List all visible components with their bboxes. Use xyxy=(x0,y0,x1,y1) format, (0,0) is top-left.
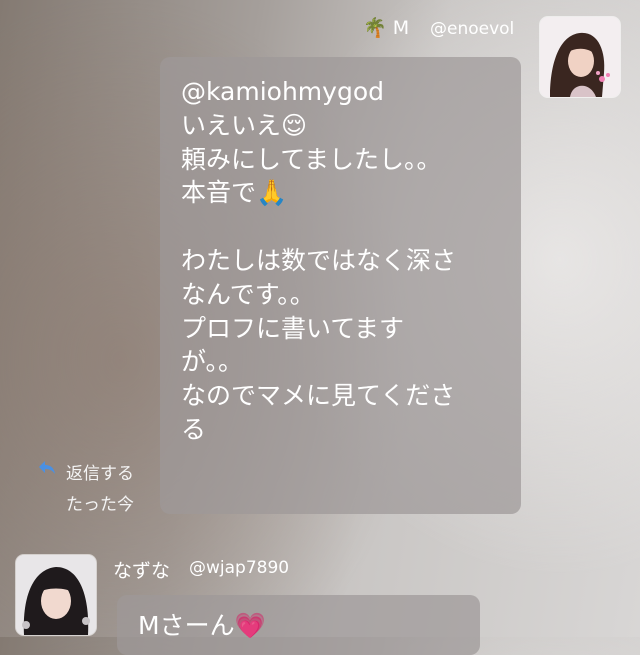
reply-icon[interactable] xyxy=(37,459,57,477)
author-name: なずな xyxy=(113,560,171,582)
author-handle[interactable]: @enoevol xyxy=(430,19,514,39)
avatar[interactable] xyxy=(16,555,96,635)
message-bubble: Mさーん💗 xyxy=(117,595,480,655)
message-bubble: @kamiohmygod いえいえ😌 頼みにしてましたし。。 本音で🙏 わたしは… xyxy=(160,57,521,514)
reply-button[interactable]: 返信する xyxy=(66,459,134,484)
avatar-image xyxy=(16,555,96,635)
avatar[interactable] xyxy=(540,17,620,97)
author-name: 🌴 M xyxy=(363,17,410,39)
author-handle[interactable]: @wjap7890 xyxy=(189,558,289,578)
timestamp: たった今 xyxy=(66,495,134,515)
avatar-image xyxy=(540,17,620,97)
